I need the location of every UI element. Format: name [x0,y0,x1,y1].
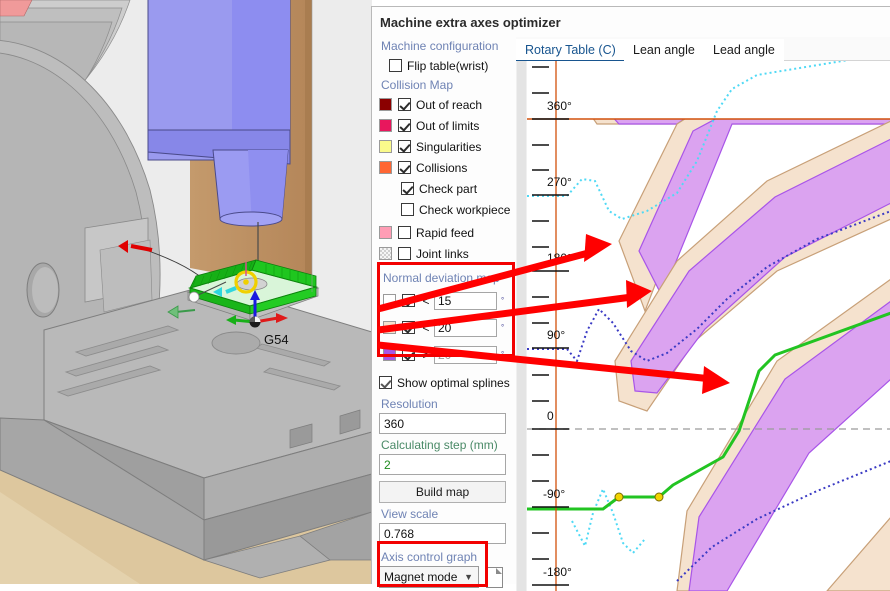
chevron-down-icon: ▼ [464,572,478,582]
operator-gt20: > [420,348,432,362]
joint-links-row[interactable]: Joint links [379,243,514,264]
color-swatch-rapid-feed[interactable] [379,226,392,239]
color-swatch-singularities[interactable] [379,140,392,153]
label-check-workpiece: Check workpiece [419,203,510,217]
deviation-value-lt15[interactable]: 15 [434,292,497,310]
checkbox-rapid-feed[interactable] [398,226,411,239]
origin-label-g54: G54 [264,332,289,347]
view-scale-label: View scale [381,507,514,521]
check-part-row[interactable]: Check part [379,178,514,199]
plot-svg [527,61,890,591]
tab-lead-angle[interactable]: Lead angle [704,39,784,61]
checkbox-check-part[interactable] [401,182,414,195]
graph-area: Rotary Table (C) Lean angle Lead angle [516,37,890,591]
deviation-row-lt15[interactable]: < 15 ° [383,287,514,314]
y-tick-label-360: 360° [547,99,572,113]
spline-control-point [615,493,623,501]
graph-tabs: Rotary Table (C) Lean angle Lead angle [516,37,890,61]
label-show-optimal-splines: Show optimal splines [397,376,510,390]
color-swatch-collisions[interactable] [379,161,392,174]
color-swatch-out-of-limits[interactable] [379,119,392,132]
calculating-step-input[interactable]: 2 [379,454,506,475]
checkbox-deviation-gt20[interactable] [402,348,415,361]
color-swatch-joint-links[interactable] [379,247,392,260]
controls-panel: Machine configuration Flip table(wrist) … [379,39,514,585]
build-map-button[interactable]: Build map [379,481,506,503]
rotary-table-plot[interactable]: 360° 270° 180° 90° 0 -90° -180° [527,61,890,591]
degree-unit-lt20: ° [501,323,504,332]
calculating-step-label: Calculating step (mm) [381,438,514,452]
checkbox-out-of-reach[interactable] [398,98,411,111]
y-tick-label-90: 90° [547,328,565,342]
check-workpiece-row[interactable]: Check workpiece [379,199,514,220]
checkbox-collisions[interactable] [398,161,411,174]
operator-lt15: < [420,294,432,308]
collision-item-out-of-limits[interactable]: Out of limits [379,115,514,136]
label-out-of-reach: Out of reach [416,98,482,112]
operator-lt20: < [420,321,432,335]
axis-control-graph-label: Axis control graph [381,550,514,564]
tab-rotary-table-c[interactable]: Rotary Table (C) [516,39,625,61]
color-swatch-deviation-gt20[interactable] [383,348,396,361]
y-tick-label-180: 180° [547,251,572,265]
machine-3d-viewport[interactable]: G54 [0,0,372,584]
flip-table-row[interactable]: Flip table(wrist) [379,55,514,76]
checkbox-check-workpiece[interactable] [401,203,414,216]
checkbox-deviation-lt15[interactable] [402,294,415,307]
normal-deviation-map-group: Normal deviation map < 15 ° < 20 ° [379,267,514,371]
plot-container: 360° 270° 180° 90° 0 -90° -180° [516,61,890,591]
resolution-input[interactable]: 360 [379,413,506,434]
axis-control-graph-row: Magnet mode ▼ [379,566,514,588]
axis-control-graph-value: Magnet mode [384,570,457,584]
axis-control-graph-select[interactable]: Magnet mode ▼ [379,566,479,588]
document-icon[interactable] [486,567,503,588]
deviation-value-lt20[interactable]: 20 [434,319,497,337]
label-check-part: Check part [419,182,477,196]
y-tick-label-minus90: -90° [543,487,565,501]
y-tick-label-minus180: -180° [543,565,572,579]
deviation-row-lt20[interactable]: < 20 ° [383,314,514,341]
machine-configuration-label: Machine configuration [381,39,514,53]
resolution-label: Resolution [381,397,514,411]
scrollbar-thumb[interactable] [517,61,526,591]
label-singularities: Singularities [416,140,481,154]
machine-3d-scene: G54 [0,0,372,584]
dialog-title: Machine extra axes optimizer [380,15,860,35]
label-out-of-limits: Out of limits [416,119,479,133]
label-collisions: Collisions [416,161,467,175]
color-swatch-deviation-lt20[interactable] [383,321,396,334]
collision-item-out-of-reach[interactable]: Out of reach [379,94,514,115]
checkbox-out-of-limits[interactable] [398,119,411,132]
degree-unit-gt20: ° [501,350,504,359]
flip-table-label: Flip table(wrist) [407,59,488,73]
label-rapid-feed: Rapid feed [416,226,474,240]
normal-deviation-map-label: Normal deviation map [383,271,514,285]
checkbox-joint-links[interactable] [398,247,411,260]
flip-table-checkbox[interactable] [389,59,402,72]
collision-item-singularities[interactable]: Singularities [379,136,514,157]
y-tick-label-270: 270° [547,175,572,189]
checkbox-singularities[interactable] [398,140,411,153]
color-swatch-deviation-lt15[interactable] [383,294,396,307]
deviation-row-gt20[interactable]: > 20 ° [383,341,514,368]
view-scale-input[interactable]: 0.768 [379,523,506,544]
spline-control-point [655,493,663,501]
collision-item-collisions[interactable]: Collisions [379,157,514,178]
label-joint-links: Joint links [416,247,469,261]
color-swatch-out-of-reach[interactable] [379,98,392,111]
y-tick-label-0: 0 [547,409,554,423]
rapid-feed-row[interactable]: Rapid feed [379,222,514,243]
tab-lean-angle[interactable]: Lean angle [624,39,704,61]
collision-map-label: Collision Map [381,78,514,92]
checkbox-deviation-lt20[interactable] [402,321,415,334]
deviation-value-gt20[interactable]: 20 [434,346,497,364]
checkbox-show-optimal-splines[interactable] [379,376,392,389]
machine-extra-axes-optimizer-dialog: Machine extra axes optimizer Machine con… [371,6,890,584]
show-optimal-splines-row[interactable]: Show optimal splines [379,372,514,393]
degree-unit-lt15: ° [501,296,504,305]
